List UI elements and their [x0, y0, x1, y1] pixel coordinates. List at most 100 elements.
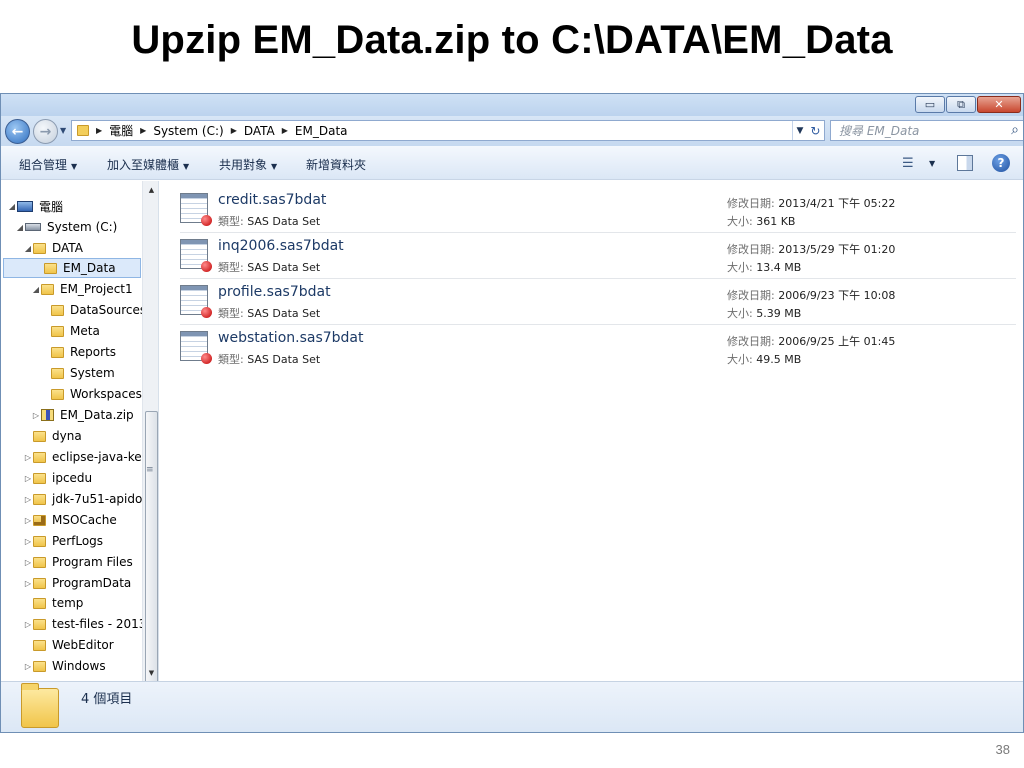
file-item[interactable]: credit.sas7bdat 類型: SAS Data Set 修改日期: 2… [180, 189, 1016, 233]
file-type: 類型: SAS Data Set [218, 351, 320, 367]
breadcrumb-item-computer[interactable]: 電腦 [109, 122, 133, 139]
collapsed-icon[interactable]: ▷ [23, 495, 33, 504]
tree-item-label: Workspaces [70, 387, 142, 401]
file-size-value: 5.39 MB [756, 307, 802, 320]
address-dropdown-icon[interactable]: ▼ [797, 126, 804, 136]
tree-item-data[interactable]: ◢ DATA [23, 238, 83, 258]
command-toolbar: 組合管理 ▼ 加入至媒體櫃 ▼ 共用對象 ▼ 新增資料夾 ☰ ▼ ? [1, 146, 1023, 180]
folder-icon [33, 242, 46, 254]
collapsed-icon[interactable]: ▷ [23, 453, 33, 462]
search-icon[interactable]: ⌕ [1011, 122, 1019, 138]
search-placeholder: 搜尋 EM_Data [839, 124, 920, 138]
folder-icon [33, 451, 46, 463]
forward-button[interactable]: → [33, 119, 58, 144]
expanded-icon[interactable]: ◢ [7, 202, 17, 211]
scroll-down-icon[interactable]: ▼ [143, 664, 158, 681]
file-item[interactable]: profile.sas7bdat 類型: SAS Data Set 修改日期: … [180, 281, 1016, 325]
refresh-icon[interactable]: ↻ [810, 124, 820, 138]
sas-dataset-icon [180, 193, 212, 226]
chevron-right-icon[interactable]: ▶ [96, 126, 102, 135]
window-titlebar[interactable]: ▭ ⧉ ✕ [1, 94, 1023, 116]
file-size-value: 49.5 MB [756, 353, 802, 366]
folder-icon [33, 618, 46, 630]
tree-item-label: jdk-7u51-apido [52, 492, 143, 506]
breadcrumb-item-em-data[interactable]: EM_Data [295, 124, 348, 138]
add-to-library-menu[interactable]: 加入至媒體櫃 ▼ [107, 156, 189, 173]
breadcrumb-item-data[interactable]: DATA [244, 124, 275, 138]
tree-item-label: EM_Data.zip [60, 408, 134, 422]
address-box[interactable]: ▶ 電腦 ▶ System (C:) ▶ DATA ▶ EM_Data ▼ ↻ [71, 120, 825, 141]
item-count: 4 個項目 [81, 692, 133, 707]
tree-item-msocache[interactable]: ▷ MSOCache [23, 510, 117, 530]
chevron-right-icon[interactable]: ▶ [231, 126, 237, 135]
scroll-up-icon[interactable]: ▲ [143, 181, 158, 198]
tree-item-windows[interactable]: ▷ Windows [23, 656, 106, 676]
window-controls: ▭ ⧉ ✕ [915, 96, 1021, 113]
chevron-down-icon: ▼ [183, 162, 190, 171]
breadcrumb-item-drive[interactable]: System (C:) [153, 124, 223, 138]
file-item[interactable]: webstation.sas7bdat 類型: SAS Data Set 修改日… [180, 327, 1016, 371]
nav-scrollbar[interactable]: ▲ ≡ ▼ [142, 181, 158, 681]
tree-item-perflogs[interactable]: ▷ PerfLogs [23, 531, 103, 551]
file-type: 類型: SAS Data Set [218, 213, 320, 229]
scroll-thumb[interactable] [145, 411, 158, 681]
collapsed-icon[interactable]: ▷ [23, 662, 33, 671]
tree-item-label: System [70, 366, 115, 380]
tree-item-em-data[interactable]: EM_Data [3, 258, 141, 278]
tree-item-meta[interactable]: Meta [41, 321, 100, 341]
folder-icon [33, 577, 46, 589]
back-button[interactable]: ← [5, 119, 30, 144]
tree-item-eclipse[interactable]: ▷ eclipse-java-kep [23, 447, 149, 467]
tree-item-ipcedu[interactable]: ▷ ipcedu [23, 468, 92, 488]
tree-item-system[interactable]: System [41, 363, 115, 383]
tree-item-program-files[interactable]: ▷ Program Files [23, 552, 133, 572]
tree-item-label: Windows [52, 659, 106, 673]
tree-item-test-files[interactable]: ▷ test-files - 2013 [23, 614, 146, 634]
collapsed-icon[interactable]: ▷ [23, 537, 33, 546]
tree-item-temp[interactable]: temp [23, 593, 83, 613]
chevron-down-icon[interactable]: ▼ [929, 153, 935, 173]
tree-item-datasources[interactable]: DataSources [41, 300, 146, 320]
collapsed-icon[interactable]: ▷ [23, 516, 33, 525]
maximize-button[interactable]: ⧉ [946, 96, 976, 113]
page-number: 38 [995, 742, 1010, 757]
collapsed-icon[interactable]: ▷ [23, 620, 33, 629]
organize-menu[interactable]: 組合管理 ▼ [19, 156, 77, 173]
folder-icon [33, 472, 46, 484]
tree-item-webeditor[interactable]: WebEditor [23, 635, 114, 655]
tree-item-em-data-zip[interactable]: ▷ EM_Data.zip [31, 405, 134, 425]
preview-pane-icon[interactable] [957, 155, 973, 171]
help-icon[interactable]: ? [992, 154, 1010, 172]
tree-item-computer[interactable]: ◢ 電腦 [7, 196, 63, 216]
chevron-right-icon[interactable]: ▶ [282, 126, 288, 135]
modified-label: 修改日期: [727, 289, 775, 302]
recent-pages-dropdown[interactable]: ▼ [60, 126, 66, 135]
file-modified-value: 2006/9/23 下午 10:08 [778, 289, 896, 302]
grip-icon: ≡ [146, 465, 154, 475]
tree-item-jdk[interactable]: ▷ jdk-7u51-apido [23, 489, 142, 509]
search-input[interactable]: 搜尋 EM_Data ⌕ [830, 120, 1023, 141]
chevron-right-icon[interactable]: ▶ [140, 126, 146, 135]
expanded-icon[interactable]: ◢ [31, 285, 41, 294]
tree-item-label: ProgramData [52, 576, 132, 590]
expanded-icon[interactable]: ◢ [15, 223, 25, 232]
file-item[interactable]: inq2006.sas7bdat 類型: SAS Data Set 修改日期: … [180, 235, 1016, 279]
share-with-menu[interactable]: 共用對象 ▼ [219, 156, 277, 173]
tree-item-workspaces[interactable]: Workspaces [41, 384, 142, 404]
view-options-icon[interactable]: ☰ [902, 153, 914, 173]
expanded-icon[interactable]: ◢ [23, 244, 33, 253]
new-folder-button[interactable]: 新增資料夾 [306, 156, 366, 173]
collapsed-icon[interactable]: ▷ [23, 579, 33, 588]
type-label: 類型: [218, 353, 244, 366]
close-button[interactable]: ✕ [977, 96, 1021, 113]
collapsed-icon[interactable]: ▷ [23, 558, 33, 567]
collapsed-icon[interactable]: ▷ [31, 411, 41, 420]
tree-item-programdata[interactable]: ▷ ProgramData [23, 573, 131, 593]
minimize-button[interactable]: ▭ [915, 96, 945, 113]
tree-item-reports[interactable]: Reports [41, 342, 116, 362]
collapsed-icon[interactable]: ▷ [23, 474, 33, 483]
tree-item-system-c[interactable]: ◢ System (C:) [15, 217, 117, 237]
tree-item-em-project1[interactable]: ◢ EM_Project1 [31, 279, 133, 299]
tree-item-dyna[interactable]: dyna [23, 426, 82, 446]
tree-item-label: dyna [52, 429, 82, 443]
